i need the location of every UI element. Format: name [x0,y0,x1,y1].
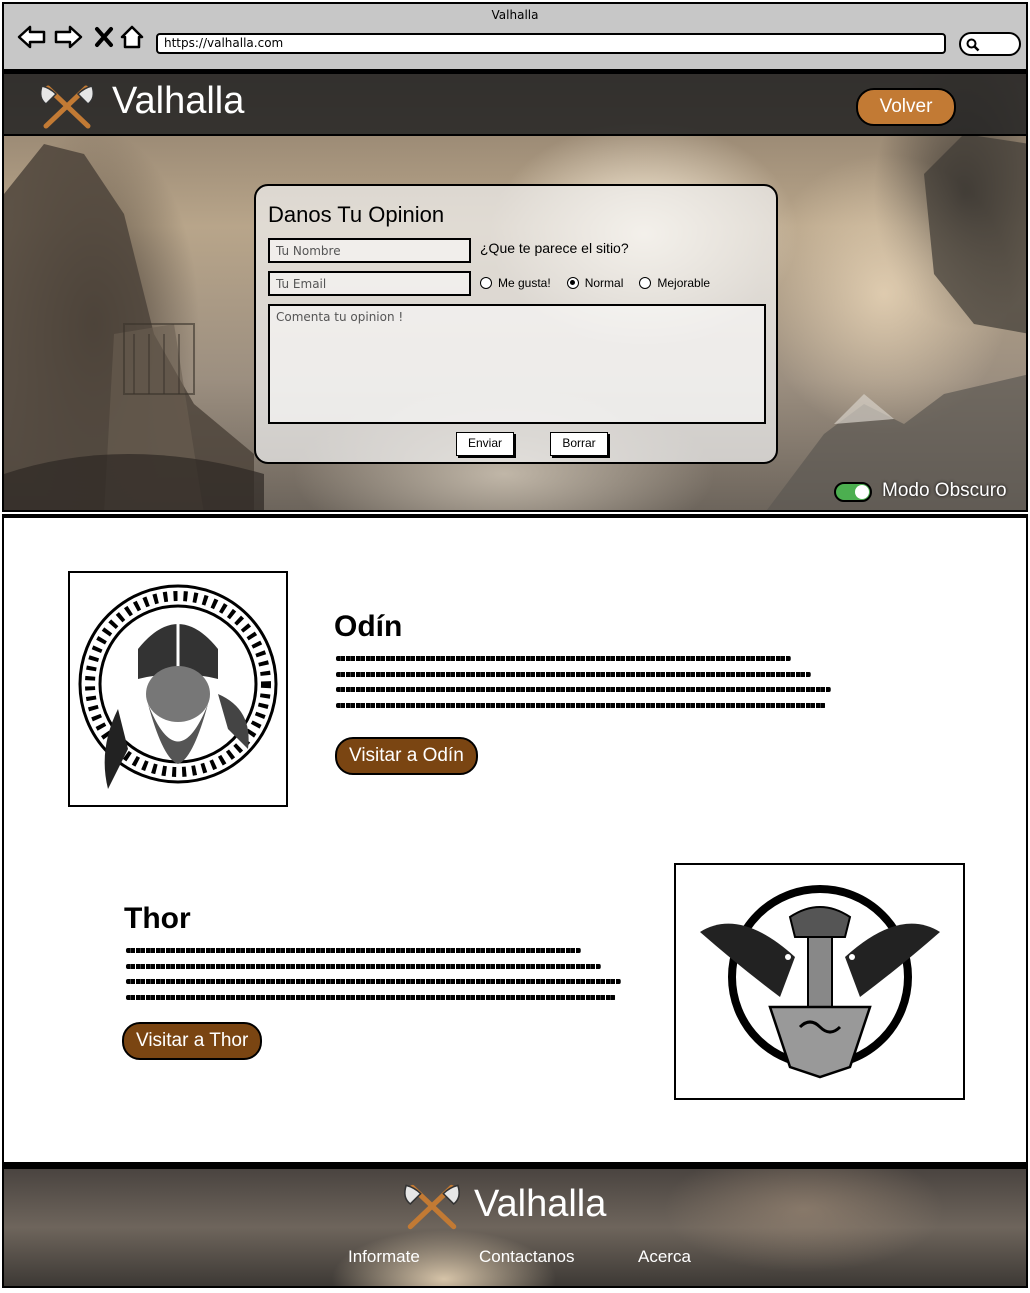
window-title: Valhalla [491,8,539,22]
dark-mode-toggle[interactable] [834,482,872,502]
radio-button-selected[interactable] [566,277,579,289]
gods-section: Odín Visitar a Odín Thor Visitar a Thor [2,514,1028,1164]
name-input[interactable]: Tu Nombre [268,238,471,263]
crossed-axes-logo-icon [39,85,95,129]
home-icon[interactable] [116,22,148,52]
odin-portrait-icon [68,571,288,807]
mjolnir-ravens-icon [674,863,965,1100]
thor-name: Thor [124,902,191,935]
odin-name: Odín [334,610,403,643]
back-button[interactable]: Volver [856,88,956,126]
site-title[interactable]: Valhalla [112,80,244,123]
footer-link-informate[interactable]: Informate [348,1247,420,1267]
url-field[interactable]: https://valhalla.com [156,33,946,54]
browser-search-field[interactable] [959,32,1021,56]
visit-thor-button[interactable]: Visitar a Thor [122,1022,263,1060]
radio-option-me-gusta[interactable]: Me gusta! [480,276,551,290]
odin-description-placeholder [336,656,831,718]
hero-banner: Valhalla Volver Danos Tu Opinion Tu Nomb… [2,72,1028,512]
footer-title[interactable]: Valhalla [474,1183,606,1226]
site-header: Valhalla Volver [4,74,1026,136]
radio-button[interactable] [480,277,492,289]
crossed-axes-logo-icon [404,1184,460,1230]
radio-button[interactable] [639,277,652,289]
browser-toolbar: Valhalla https://valhalla.com [2,2,1028,72]
thor-description-placeholder [126,948,621,1010]
site-footer: Valhalla Informate Contactanos Acerca [2,1164,1028,1288]
rating-question: ¿Que te parece el sitio? [480,240,629,256]
submit-button[interactable]: Enviar [456,432,514,456]
forward-arrow-icon[interactable] [52,22,84,52]
feedback-form: Danos Tu Opinion Tu Nombre Tu Email ¿Que… [254,184,778,464]
footer-link-acerca[interactable]: Acerca [638,1247,691,1267]
search-icon [966,38,980,52]
dark-mode-label: Modo Obscuro [882,480,1007,501]
radio-label: Mejorable [657,276,711,290]
radio-label: Me gusta! [498,276,551,290]
footer-link-contactanos[interactable]: Contactanos [479,1247,574,1267]
radio-label: Normal [584,276,624,290]
visit-odin-button[interactable]: Visitar a Odín [335,737,478,775]
reset-button[interactable]: Borrar [550,432,608,456]
radio-option-mejorable[interactable]: Mejorable [639,276,710,290]
feedback-title: Danos Tu Opinion [268,202,445,227]
rating-radio-group: Me gusta! Normal Mejorable [480,276,710,290]
back-arrow-icon[interactable] [16,22,48,52]
radio-option-normal[interactable]: Normal [566,276,624,290]
comment-textarea[interactable]: Comenta tu opinion ! [268,304,766,424]
email-input[interactable]: Tu Email [268,271,471,296]
